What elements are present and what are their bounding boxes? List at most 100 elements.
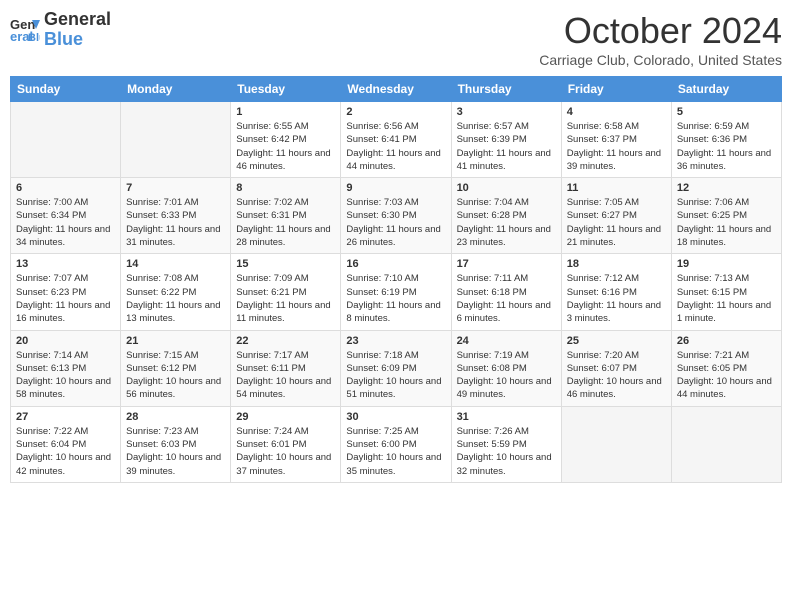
calendar-cell: 24Sunrise: 7:19 AM Sunset: 6:08 PM Dayli… (451, 330, 561, 406)
calendar-cell: 25 Sunrise: 7:20 AM Sunset: 6:07 PM Dayli… (561, 330, 671, 406)
day-info: Sunrise: 7:25 AM Sunset: 6:00 PM Dayligh… (346, 425, 445, 478)
day-number: 13 (16, 258, 115, 270)
day-info: Sunrise: 7:06 AM Sunset: 6:25 PM Dayligh… (677, 196, 776, 249)
day-info: Sunrise: 6:58 AM Sunset: 6:37 PM Dayligh… (567, 120, 666, 173)
day-info: Sunrise: 7:15 AM Sunset: 6:12 PM Dayligh… (126, 349, 225, 402)
calendar-cell: 13 Sunrise: 7:07 AM Sunset: 6:23 PM Dayli… (11, 254, 121, 330)
day-info: Sunrise: 7:01 AM Sunset: 6:33 PM Dayligh… (126, 196, 225, 249)
calendar-cell: 14Sunrise: 7:08 AM Sunset: 6:22 PM Dayli… (121, 254, 231, 330)
day-info: Sunrise: 7:09 AM Sunset: 6:21 PM Dayligh… (236, 272, 335, 325)
day-number: 5 (677, 106, 776, 118)
calendar-cell (121, 102, 231, 178)
day-number: 22 (236, 335, 335, 347)
day-info: Sunrise: 7:10 AM Sunset: 6:19 PM Dayligh… (346, 272, 445, 325)
calendar-cell: 20 Sunrise: 7:14 AM Sunset: 6:13 PM Dayli… (11, 330, 121, 406)
calendar-cell: 23 Sunrise: 7:18 AM Sunset: 6:09 PM Dayli… (341, 330, 451, 406)
day-info: Sunrise: 7:08 AM Sunset: 6:22 PM Dayligh… (126, 272, 225, 325)
logo-blue-text: Blue (44, 30, 111, 50)
day-number: 18 (567, 258, 666, 270)
calendar-cell: 4 Sunrise: 6:58 AM Sunset: 6:37 PM Daylig… (561, 102, 671, 178)
calendar-cell: 5 Sunrise: 6:59 AM Sunset: 6:36 PM Daylig… (671, 102, 781, 178)
calendar-week-3: 13 Sunrise: 7:07 AM Sunset: 6:23 PM Dayli… (11, 254, 782, 330)
day-number: 8 (236, 182, 335, 194)
calendar-week-2: 6Sunrise: 7:00 AM Sunset: 6:34 PM Daylig… (11, 178, 782, 254)
day-number: 17 (457, 258, 556, 270)
day-info: Sunrise: 7:17 AM Sunset: 6:11 PM Dayligh… (236, 349, 335, 402)
calendar-week-4: 20 Sunrise: 7:14 AM Sunset: 6:13 PM Dayli… (11, 330, 782, 406)
calendar-week-1: 1 Sunrise: 6:55 AM Sunset: 6:42 PM Daylig… (11, 102, 782, 178)
day-number: 4 (567, 106, 666, 118)
col-thursday: Thursday (451, 77, 561, 102)
day-number: 3 (457, 106, 556, 118)
logo-text: General Blue (44, 10, 111, 50)
day-number: 1 (236, 106, 335, 118)
calendar-cell: 27 Sunrise: 7:22 AM Sunset: 6:04 PM Dayli… (11, 406, 121, 482)
location-subtitle: Carriage Club, Colorado, United States (539, 52, 782, 68)
day-number: 23 (346, 335, 445, 347)
day-info: Sunrise: 7:23 AM Sunset: 6:03 PM Dayligh… (126, 425, 225, 478)
day-number: 29 (236, 411, 335, 423)
calendar-cell: 30 Sunrise: 7:25 AM Sunset: 6:00 PM Dayli… (341, 406, 451, 482)
calendar-cell: 9 Sunrise: 7:03 AM Sunset: 6:30 PM Daylig… (341, 178, 451, 254)
col-monday: Monday (121, 77, 231, 102)
calendar-cell: 3Sunrise: 6:57 AM Sunset: 6:39 PM Daylig… (451, 102, 561, 178)
day-number: 19 (677, 258, 776, 270)
day-number: 9 (346, 182, 445, 194)
calendar-cell: 26 Sunrise: 7:21 AM Sunset: 6:05 PM Dayli… (671, 330, 781, 406)
calendar-cell: 10 Sunrise: 7:04 AM Sunset: 6:28 PM Dayli… (451, 178, 561, 254)
day-info: Sunrise: 7:04 AM Sunset: 6:28 PM Dayligh… (457, 196, 556, 249)
logo: Gen eral Blue General Blue (10, 10, 111, 50)
day-info: Sunrise: 6:56 AM Sunset: 6:41 PM Dayligh… (346, 120, 445, 173)
calendar-cell (561, 406, 671, 482)
day-number: 31 (457, 411, 556, 423)
day-number: 20 (16, 335, 115, 347)
day-info: Sunrise: 7:14 AM Sunset: 6:13 PM Dayligh… (16, 349, 115, 402)
calendar-cell: 1 Sunrise: 6:55 AM Sunset: 6:42 PM Daylig… (231, 102, 341, 178)
day-number: 27 (16, 411, 115, 423)
calendar-cell: 22 Sunrise: 7:17 AM Sunset: 6:11 PM Dayli… (231, 330, 341, 406)
col-wednesday: Wednesday (341, 77, 451, 102)
calendar-cell: 29 Sunrise: 7:24 AM Sunset: 6:01 PM Dayli… (231, 406, 341, 482)
col-saturday: Saturday (671, 77, 781, 102)
calendar-cell: 28 Sunrise: 7:23 AM Sunset: 6:03 PM Dayli… (121, 406, 231, 482)
calendar-cell: 8 Sunrise: 7:02 AM Sunset: 6:31 PM Daylig… (231, 178, 341, 254)
day-info: Sunrise: 7:18 AM Sunset: 6:09 PM Dayligh… (346, 349, 445, 402)
page-header: Gen eral Blue General Blue October 2024 … (10, 10, 782, 68)
day-number: 10 (457, 182, 556, 194)
day-info: Sunrise: 7:05 AM Sunset: 6:27 PM Dayligh… (567, 196, 666, 249)
day-number: 16 (346, 258, 445, 270)
svg-text:Blue: Blue (28, 32, 40, 44)
day-number: 25 (567, 335, 666, 347)
calendar-cell: 7Sunrise: 7:01 AM Sunset: 6:33 PM Daylig… (121, 178, 231, 254)
title-section: October 2024 Carriage Club, Colorado, Un… (539, 10, 782, 68)
calendar-cell (11, 102, 121, 178)
day-info: Sunrise: 7:24 AM Sunset: 6:01 PM Dayligh… (236, 425, 335, 478)
day-number: 15 (236, 258, 335, 270)
day-info: Sunrise: 7:20 AM Sunset: 6:07 PM Dayligh… (567, 349, 666, 402)
calendar-cell: 11 Sunrise: 7:05 AM Sunset: 6:27 PM Dayli… (561, 178, 671, 254)
day-info: Sunrise: 7:02 AM Sunset: 6:31 PM Dayligh… (236, 196, 335, 249)
day-number: 21 (126, 335, 225, 347)
day-info: Sunrise: 7:21 AM Sunset: 6:05 PM Dayligh… (677, 349, 776, 402)
calendar-cell: 12Sunrise: 7:06 AM Sunset: 6:25 PM Dayli… (671, 178, 781, 254)
day-number: 28 (126, 411, 225, 423)
day-info: Sunrise: 7:12 AM Sunset: 6:16 PM Dayligh… (567, 272, 666, 325)
day-info: Sunrise: 6:55 AM Sunset: 6:42 PM Dayligh… (236, 120, 335, 173)
day-number: 26 (677, 335, 776, 347)
calendar-cell: 6Sunrise: 7:00 AM Sunset: 6:34 PM Daylig… (11, 178, 121, 254)
calendar-cell: 15 Sunrise: 7:09 AM Sunset: 6:21 PM Dayli… (231, 254, 341, 330)
month-title: October 2024 (539, 10, 782, 52)
day-info: Sunrise: 7:22 AM Sunset: 6:04 PM Dayligh… (16, 425, 115, 478)
calendar-week-5: 27 Sunrise: 7:22 AM Sunset: 6:04 PM Dayli… (11, 406, 782, 482)
day-info: Sunrise: 6:59 AM Sunset: 6:36 PM Dayligh… (677, 120, 776, 173)
col-sunday: Sunday (11, 77, 121, 102)
calendar-cell: 16 Sunrise: 7:10 AM Sunset: 6:19 PM Dayli… (341, 254, 451, 330)
day-number: 11 (567, 182, 666, 194)
day-info: Sunrise: 7:00 AM Sunset: 6:34 PM Dayligh… (16, 196, 115, 249)
calendar-cell (671, 406, 781, 482)
calendar-cell: 19Sunrise: 7:13 AM Sunset: 6:15 PM Dayli… (671, 254, 781, 330)
day-info: Sunrise: 7:07 AM Sunset: 6:23 PM Dayligh… (16, 272, 115, 325)
calendar-cell: 2Sunrise: 6:56 AM Sunset: 6:41 PM Daylig… (341, 102, 451, 178)
day-number: 30 (346, 411, 445, 423)
day-info: Sunrise: 7:03 AM Sunset: 6:30 PM Dayligh… (346, 196, 445, 249)
